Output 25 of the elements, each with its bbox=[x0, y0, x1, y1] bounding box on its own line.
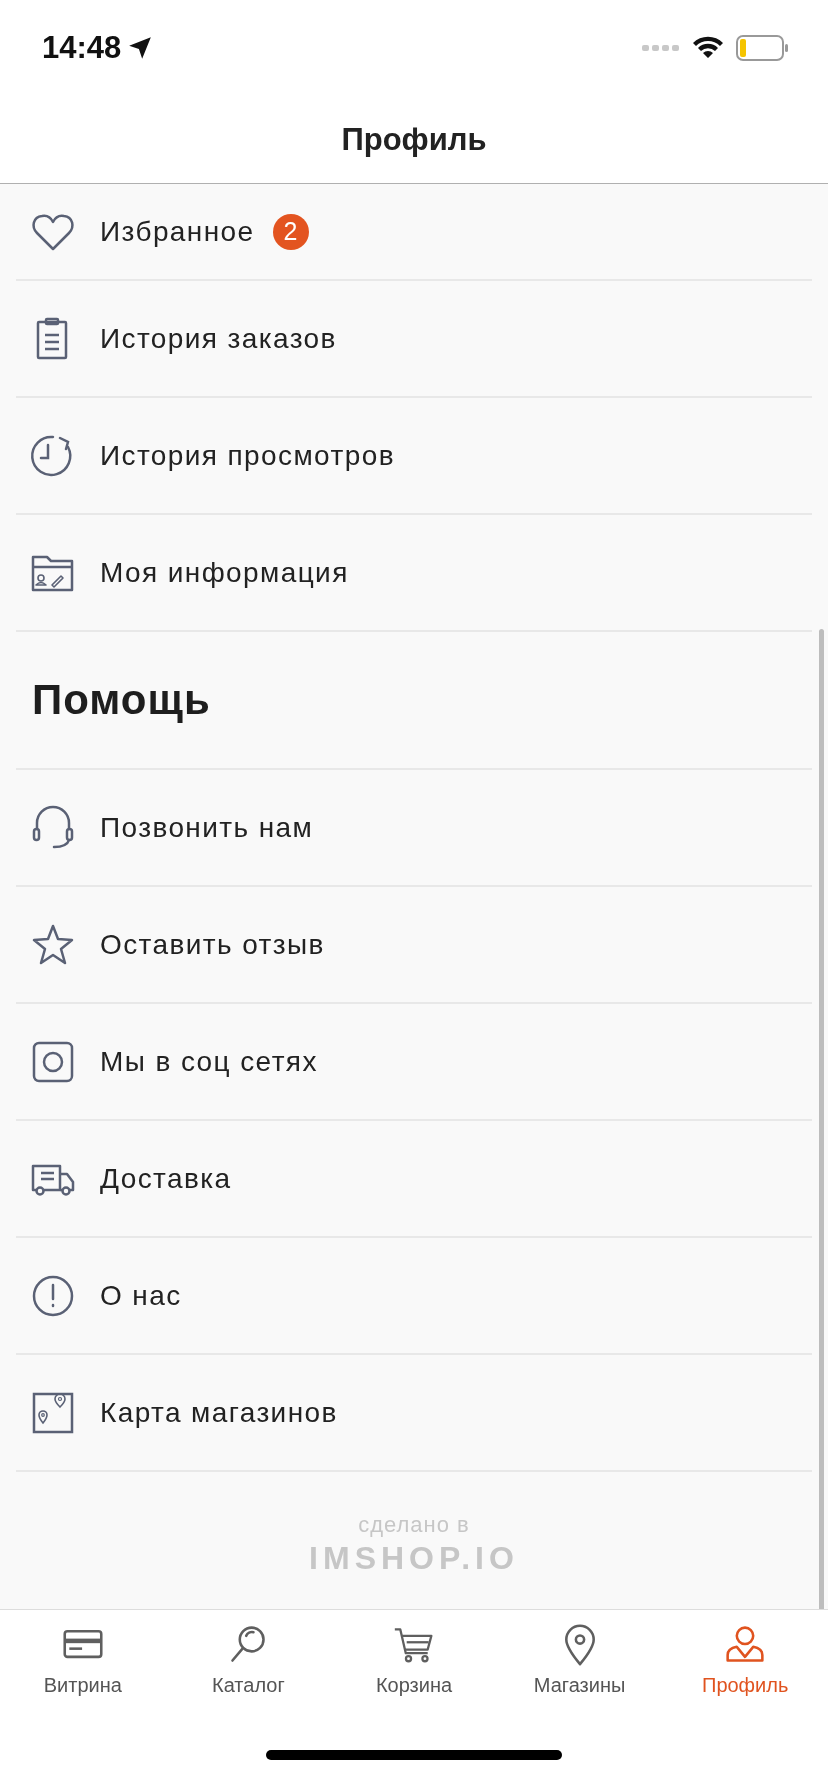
page-title: Профиль bbox=[341, 121, 487, 158]
count-badge: 2 bbox=[272, 213, 309, 250]
status-time: 14:48 bbox=[42, 30, 122, 66]
signal-icon bbox=[642, 44, 680, 52]
wifi-icon bbox=[692, 36, 724, 60]
section-heading: Помощь bbox=[32, 676, 211, 724]
scrollbar[interactable] bbox=[819, 629, 824, 1609]
battery-icon bbox=[736, 35, 788, 61]
menu-item[interactable]: Позвонить нам bbox=[16, 770, 812, 887]
menu-item[interactable]: Моя информация bbox=[16, 515, 812, 632]
tab-item[interactable]: Витрина bbox=[0, 1610, 166, 1720]
location-arrow-icon bbox=[127, 35, 154, 61]
menu-item[interactable]: О нас bbox=[16, 1238, 812, 1355]
menu-item[interactable]: История заказов bbox=[16, 281, 812, 398]
tab-item[interactable]: Корзина bbox=[331, 1610, 497, 1720]
tab-item[interactable]: Каталог bbox=[165, 1610, 332, 1720]
menu-item[interactable]: Мы в соц сетях bbox=[16, 1004, 812, 1121]
menu-item[interactable]: История просмотров bbox=[16, 398, 812, 515]
headset-icon bbox=[30, 804, 76, 851]
tab-item[interactable]: Профиль bbox=[662, 1610, 828, 1720]
tab-item[interactable]: Магазины bbox=[496, 1610, 663, 1720]
menu-item[interactable]: Доставка bbox=[16, 1121, 812, 1238]
menu-item[interactable]: Избранное 2 bbox=[16, 184, 812, 281]
menu-item[interactable]: Карта магазинов bbox=[16, 1355, 812, 1472]
menu-item[interactable]: Оставить отзыв bbox=[16, 887, 812, 1004]
